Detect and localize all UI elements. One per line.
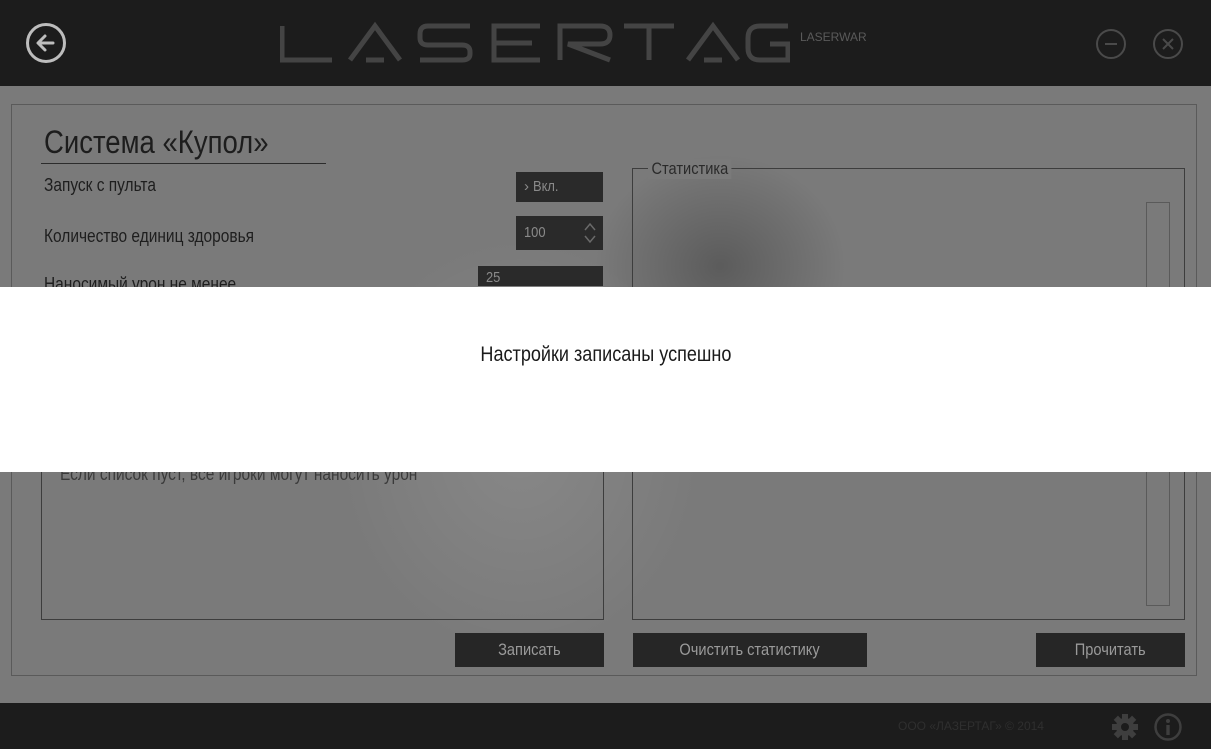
health-units-label: Количество единиц здоровья — [44, 226, 255, 246]
notification-message: Настройки записаны успешно — [479, 343, 731, 366]
read-button[interactable]: Прочитать — [1036, 633, 1185, 667]
min-damage-select[interactable]: 25 — [478, 266, 603, 286]
minimize-icon — [1105, 43, 1117, 45]
close-button[interactable] — [1153, 29, 1183, 59]
chevron-right-icon: › — [524, 178, 529, 195]
page-title: Система «Купол» — [44, 124, 269, 160]
write-button[interactable]: Записать — [455, 633, 604, 667]
close-icon — [1162, 38, 1174, 50]
arrow-left-icon — [36, 34, 55, 52]
statistics-legend: Статистика — [648, 159, 732, 179]
remote-start-label: Запуск с пульта — [44, 175, 156, 195]
logo-subtitle: LASERWAR — [800, 30, 867, 44]
status-bar: ООО «ЛАЗЕРТАГ» © 2014 — [0, 703, 1211, 749]
gear-icon[interactable] — [1110, 712, 1140, 742]
copyright-text: ООО «ЛАЗЕРТАГ» © 2014 — [898, 719, 1044, 733]
lasertag-logo — [280, 21, 790, 63]
back-button[interactable] — [26, 23, 66, 63]
health-units-spinner[interactable]: 100 — [516, 216, 603, 250]
spinner-arrows-icon[interactable] — [583, 219, 597, 247]
remote-start-toggle[interactable]: › Вкл. — [516, 172, 603, 202]
minimize-button[interactable] — [1096, 29, 1126, 59]
title-bar: LASERWAR — [0, 0, 1211, 86]
title-underline — [41, 163, 326, 164]
info-icon[interactable] — [1153, 712, 1183, 742]
clear-statistics-button[interactable]: Очистить статистику — [633, 633, 867, 667]
success-notification: Настройки записаны успешно — [0, 287, 1211, 472]
